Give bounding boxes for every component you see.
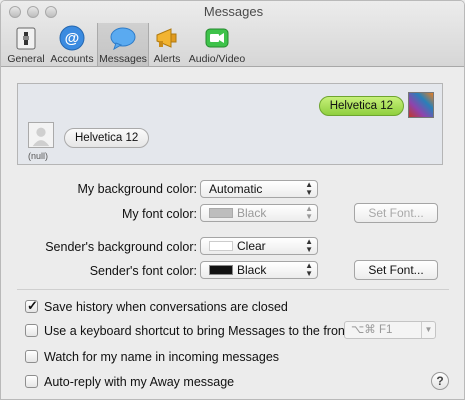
my-background-color-popup[interactable]: Automatic ▲ ▼ (200, 180, 318, 198)
sender-avatar (28, 122, 54, 148)
chevron-down-icon: ▼ (421, 322, 435, 338)
preferences-window: Messages General @ Accounts Messages Ale… (0, 0, 465, 400)
speech-bubble-icon (110, 27, 136, 51)
set-font-button-disabled[interactable]: Set Font... (354, 203, 438, 223)
my-avatar (408, 92, 434, 118)
toolbar: Messages General @ Accounts Messages Ale… (1, 1, 464, 67)
auto-reply-option[interactable]: Auto-reply with my Away message (25, 375, 234, 389)
watch-name-option[interactable]: Watch for my name in incoming messages (25, 350, 279, 364)
popup-arrows-icon: ▲ ▼ (305, 237, 313, 254)
color-swatch (209, 241, 233, 251)
my-font-color-popup[interactable]: Black ▲ ▼ (200, 204, 318, 222)
svg-text:@: @ (65, 30, 80, 47)
video-camera-icon (205, 28, 229, 48)
keyboard-shortcut-option[interactable]: Use a keyboard shortcut to bring Message… (25, 324, 352, 338)
popup-arrows-icon: ▲ ▼ (305, 204, 313, 221)
sender-font-color-popup[interactable]: Black ▲ ▼ (200, 261, 318, 279)
popup-arrows-icon: ▲ ▼ (305, 180, 313, 197)
divider (17, 289, 449, 290)
message-preview: Helvetica 12 (null) Helvetica 12 (17, 83, 443, 165)
my-message-bubble: Helvetica 12 (318, 96, 404, 116)
watch-name-label: Watch for my name in incoming messages (44, 350, 280, 364)
my-background-color-value: Automatic (209, 182, 263, 196)
tab-messages[interactable]: Messages (97, 23, 149, 66)
tab-general-label: General (7, 53, 45, 65)
person-silhouette-icon (32, 127, 50, 147)
tab-alerts-label: Alerts (153, 53, 181, 65)
save-history-option[interactable]: Save history when conversations are clos… (25, 298, 288, 314)
save-history-label: Save history when conversations are clos… (44, 300, 288, 314)
shortcut-value: ⌥⌘ F1 (351, 324, 393, 336)
switch-icon (16, 27, 36, 50)
sender-background-color-popup[interactable]: Clear ▲ ▼ (200, 237, 318, 255)
tab-alerts[interactable]: Alerts (150, 23, 184, 66)
tab-audio-video[interactable]: Audio/Video (186, 23, 248, 66)
watch-name-checkbox[interactable] (25, 350, 38, 363)
my-background-color-label: My background color: (77, 182, 197, 196)
sender-font-color-value: Black (237, 263, 267, 277)
auto-reply-checkbox[interactable] (25, 375, 38, 388)
sender-background-color-label: Sender's background color: (45, 240, 197, 254)
my-font-color-value: Black (237, 206, 267, 220)
tab-messages-label: Messages (99, 53, 147, 65)
megaphone-icon (156, 28, 177, 48)
set-font-button[interactable]: Set Font... (354, 260, 438, 280)
save-history-checkbox[interactable] (25, 298, 38, 314)
color-swatch (209, 265, 233, 275)
color-swatch (209, 208, 233, 218)
keyboard-shortcut-checkbox[interactable] (25, 324, 38, 337)
popup-arrows-icon: ▲ ▼ (305, 261, 313, 278)
my-font-color-label: My font color: (121, 207, 197, 221)
tab-accounts[interactable]: @ Accounts (49, 23, 95, 66)
help-button[interactable]: ? (431, 372, 449, 390)
sender-background-color-value: Clear (237, 239, 266, 253)
sender-message-bubble: Helvetica 12 (64, 128, 150, 148)
tab-accounts-label: Accounts (50, 53, 94, 65)
at-icon: @ (59, 25, 85, 51)
auto-reply-label: Auto-reply with my Away message (44, 375, 235, 389)
tab-general[interactable]: General (5, 23, 47, 66)
shortcut-popup[interactable]: ⌥⌘ F1 ▼ (344, 321, 436, 339)
tab-audio-video-label: Audio/Video (188, 53, 246, 65)
keyboard-shortcut-label: Use a keyboard shortcut to bring Message… (44, 324, 352, 338)
window-title: Messages (203, 4, 264, 19)
sender-name: (null) (28, 151, 49, 161)
sender-font-color-label: Sender's font color: (89, 264, 197, 278)
